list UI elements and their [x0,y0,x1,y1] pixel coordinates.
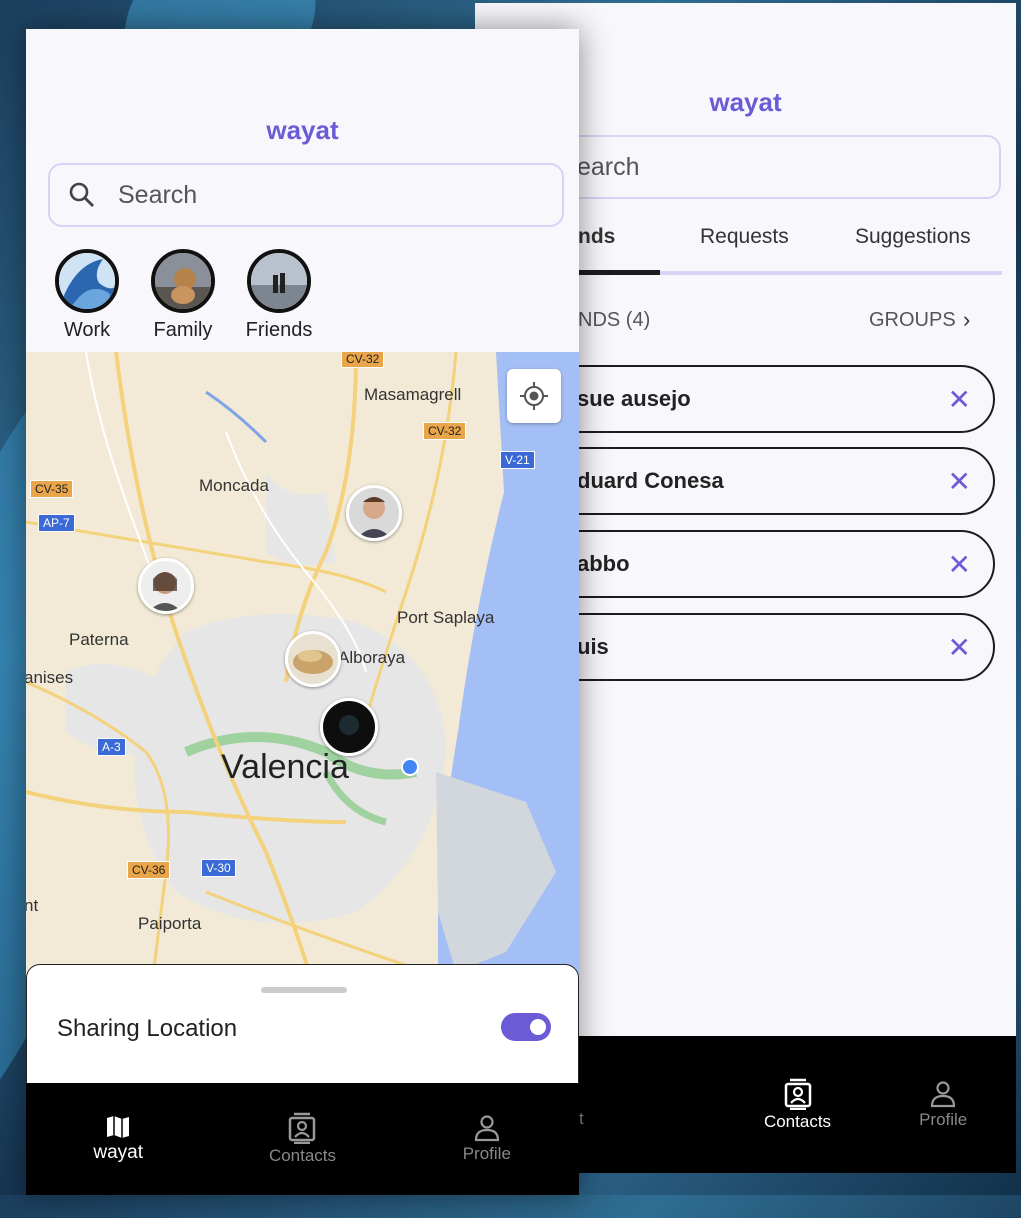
map-view[interactable]: Masamagrell Moncada Port Saplaya Paterna… [26,352,579,1032]
groups-row: Work Family Friends [52,249,314,342]
map-city-label: Valencia [221,748,349,786]
contact-name: sue ausejo [577,386,691,411]
nav-label: Profile [462,1144,511,1163]
sharing-location-sheet: Sharing Location [26,964,579,1094]
nav-label: Profile [919,1109,968,1129]
map-place-label: Alboraya [338,648,406,667]
friend-location-pin[interactable] [346,485,402,541]
groups-link[interactable]: GROUPS [869,309,956,332]
chevron-right-icon[interactable]: › [963,307,970,333]
map-place-label: Masamagrell [364,385,462,404]
nav-contacts[interactable]: Contacts [210,1083,394,1195]
group-family[interactable]: Family [148,249,218,342]
toggle-knob [530,1019,546,1035]
remove-contact-icon[interactable]: ✕ [948,383,971,416]
group-label: Work [63,319,111,341]
nav-label: Contacts [763,1111,832,1131]
search-icon [69,182,94,207]
road-sign: CV-35 [30,480,74,498]
remove-contact-icon[interactable]: ✕ [948,548,971,581]
map-place-label: Moncada [199,476,269,495]
map-place-label: nt [26,896,39,915]
nav-label: t [579,1108,584,1128]
search-text[interactable]: earch [577,153,640,182]
map-place-label: Port Saplaya [397,608,495,627]
remove-contact-icon[interactable]: ✕ [948,465,971,498]
map-place-label: Paiporta [138,914,202,933]
group-label: Friends [245,319,313,341]
map-canvas [26,352,579,1032]
friends-count: NDS (4) [578,309,651,331]
sharing-location-label: Sharing Location [57,1015,238,1042]
drag-handle[interactable] [261,987,347,993]
nav-label: wayat [93,1142,143,1163]
my-location-button[interactable] [507,369,561,423]
search-input[interactable] [116,179,420,211]
contact-name: uis [577,634,609,659]
remove-contact-icon[interactable]: ✕ [948,631,971,664]
contacts-icon [784,1078,811,1110]
group-friends[interactable]: Friends [244,249,314,342]
group-avatar [151,249,215,313]
map-place-label: Paterna [69,630,129,649]
sharing-location-toggle[interactable] [501,1013,551,1041]
map-icon [107,1116,130,1138]
road-sign: CV-32 [423,422,467,440]
profile-icon [474,1115,499,1142]
group-work[interactable]: Work [52,249,122,342]
nav-wayat[interactable]: wayat [26,1083,210,1195]
group-avatar [55,249,119,313]
bottom-nav: wayat Contacts Profile [26,1083,579,1195]
friend-location-pin[interactable] [285,631,341,687]
road-sign: AP-7 [38,514,75,532]
contacts-icon [289,1112,316,1144]
crosshair-icon [520,382,548,410]
nav-profile[interactable]: Profile [870,1036,1016,1173]
road-sign: V-21 [500,451,535,469]
map-screen: wayat Work Family Friends [26,29,579,1195]
map-place-label: anises [26,668,74,687]
road-sign: CV-32 [341,352,385,368]
search-field[interactable] [48,163,564,227]
friend-location-pin[interactable] [138,558,194,614]
group-avatar [247,249,311,313]
app-title: wayat [266,115,339,145]
tab-suggestions[interactable]: Suggestions [855,225,971,249]
nav-profile[interactable]: Profile [395,1083,579,1195]
road-sign: V-30 [201,859,236,877]
nav-contacts[interactable]: Contacts [725,1036,871,1173]
tab-friends[interactable]: nds [578,225,615,249]
road-sign: CV-36 [127,861,171,879]
profile-icon [931,1080,956,1107]
tab-requests[interactable]: Requests [700,225,789,249]
friend-location-pin[interactable] [320,698,378,756]
contact-name: abbo [577,551,630,576]
nav-label: Contacts [268,1146,337,1165]
contact-name: duard Conesa [577,468,724,493]
group-label: Family [153,319,213,341]
road-sign: A-3 [97,738,126,756]
